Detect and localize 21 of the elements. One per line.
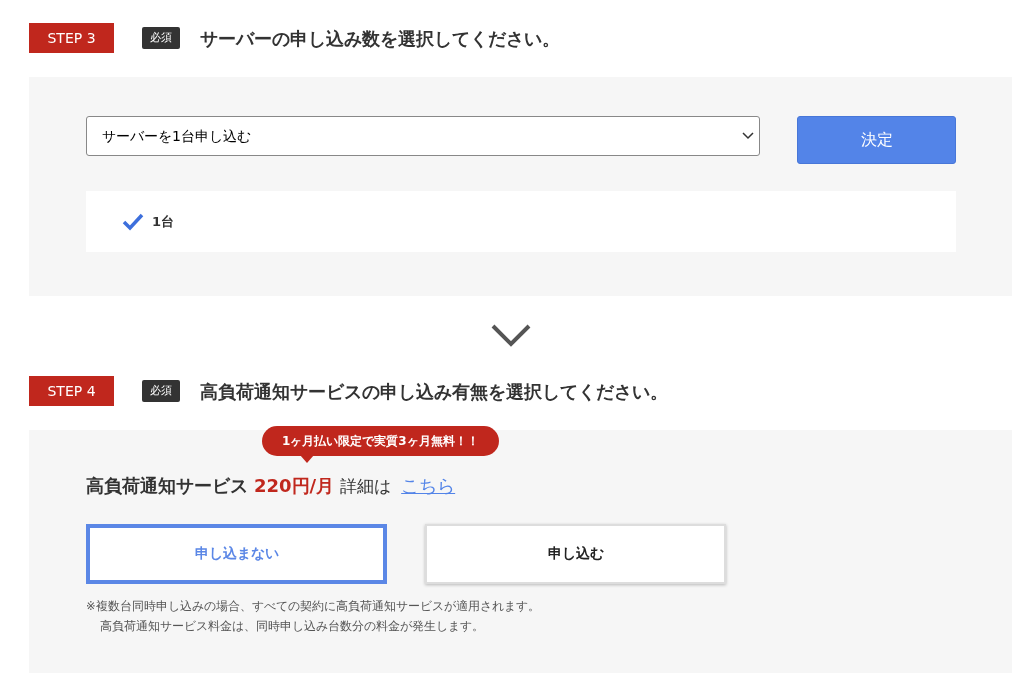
option-button[interactable]: 申し込まない [86,523,387,584]
details-label: 詳細は [340,475,392,498]
section-title: サーバーの申し込み数を選択してください。 [200,26,560,51]
step-label: STEP 4 [29,376,114,406]
required-badge: 必須 [142,26,180,50]
step-label: STEP 3 [29,23,114,53]
selected-count: 1台 [152,212,175,231]
server-count-select[interactable]: サーバーを1台申し込む [86,116,760,156]
bubble-pointer [300,455,314,463]
promo-bubble: 1ヶ月払い限定で実質3ヶ月無料！！ [262,426,499,456]
note-text: ※複数台同時申し込みの場合、すべての契約に高負荷通知サービスが適用されます。 [86,597,541,615]
note-text: 高負荷通知サービス料金は、同時申し込み台数分の料金が発生します。 [99,617,485,635]
option-button[interactable]: 申し込む [425,523,726,584]
required-badge: 必須 [142,379,180,403]
chevron-down-icon [490,324,531,348]
details-link[interactable]: こちら [401,472,456,499]
confirm-button[interactable]: 決定 [797,116,956,164]
section-title: 高負荷通知サービスの申し込み有無を選択してください。 [200,379,668,404]
service-name: 高負荷通知サービス [86,474,248,498]
price: 220円/月 [254,474,335,498]
caret-icon [742,131,754,141]
